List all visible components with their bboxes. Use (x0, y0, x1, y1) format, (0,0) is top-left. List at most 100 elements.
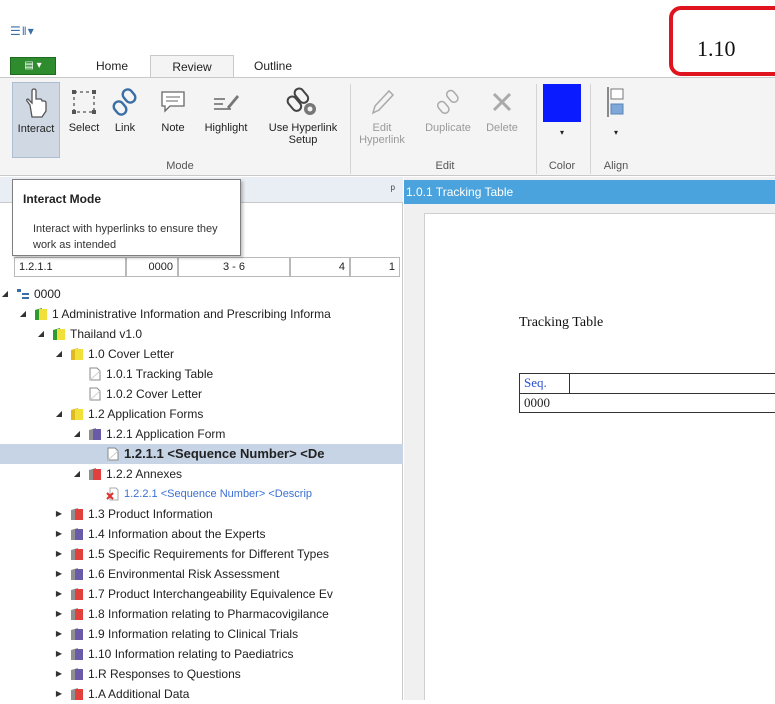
tree-row-label: 1.A Additional Data (88, 687, 190, 701)
tree-row[interactable]: ◢ 1.2.1 Application Form (0, 424, 403, 444)
tree-row-label: 1.8 Information relating to Pharmacovigi… (88, 607, 329, 621)
pencil-icon (354, 82, 410, 122)
filter-cell[interactable]: 4 (290, 257, 350, 277)
group-label-color: Color (548, 160, 576, 172)
expand-arrow-icon[interactable]: ▶ (54, 584, 64, 604)
tree-row-label: 1.4 Information about the Experts (88, 527, 266, 541)
highlight-button[interactable]: Highlight (200, 82, 252, 134)
tooltip-title: Interact Mode (23, 192, 102, 206)
tree-row[interactable]: ▶ 1.7 Product Interchangeability Equivale… (0, 584, 403, 604)
tree-row[interactable]: ◢ 1.2 Application Forms (0, 404, 403, 424)
edit-hyperlink-button[interactable]: Edit Hyperlink (354, 82, 410, 146)
tree-row[interactable]: ▶ 1.R Responses to Questions (0, 664, 403, 684)
filter-cell[interactable]: 0000 (126, 257, 178, 277)
section-folder-icon (70, 667, 84, 681)
section-folder-icon (70, 547, 84, 561)
section-folder-icon (70, 507, 84, 521)
note-button[interactable]: Note (158, 82, 188, 134)
document-page: Tracking Table Seq. 0000 (424, 213, 775, 700)
delete-label: Delete (486, 122, 518, 134)
tree-row[interactable]: ▶ 1.3 Product Information (0, 504, 403, 524)
expand-arrow-icon[interactable]: ▶ (54, 524, 64, 544)
filter-cell[interactable]: 3 - 6 (178, 257, 290, 277)
collapse-arrow-icon[interactable]: ◢ (54, 404, 64, 424)
delete-button[interactable]: Delete (482, 82, 522, 134)
document-icon (106, 447, 120, 461)
align-button[interactable]: ▾ (596, 82, 636, 137)
tree-row-label: 1.5 Specific Requirements for Different … (88, 547, 330, 561)
section-folder-icon (70, 627, 84, 641)
expand-arrow-icon[interactable]: ▶ (54, 504, 64, 524)
document-title: Tracking Table (519, 315, 604, 330)
use-hyperlink-label-2: Setup (288, 134, 318, 146)
tree-row[interactable]: ▶ 1.4 Information about the Experts (0, 524, 403, 544)
expand-arrow-icon[interactable]: ▶ (54, 644, 64, 664)
tree-row[interactable]: ▶ 1.5 Specific Requirements for Different… (0, 544, 403, 564)
filter-cell[interactable]: 1.2.1.1 (14, 257, 126, 277)
group-label-edit: Edit (435, 160, 455, 172)
tree-row[interactable]: ▶ 1.10 Information relating to Paediatric… (0, 644, 403, 664)
color-swatch (543, 84, 581, 122)
tree-row[interactable]: ◢ 1.2.2 Annexes (0, 464, 403, 484)
ribbon-separator (350, 84, 351, 174)
expand-arrow-icon[interactable]: ▶ (54, 624, 64, 644)
tab-home[interactable]: Home (82, 55, 142, 77)
link-button[interactable]: Link (108, 82, 142, 134)
section-folder-icon (70, 527, 84, 541)
expand-arrow-icon[interactable]: ▶ (54, 604, 64, 624)
tree-row-label: 1.2.2 Annexes (106, 467, 183, 481)
hand-pointer-icon (13, 83, 59, 123)
expand-arrow-icon[interactable]: ▶ (54, 684, 64, 704)
collapse-arrow-icon[interactable]: ◢ (72, 424, 82, 444)
ribbon-separator (590, 84, 591, 174)
select-button[interactable]: Select (64, 82, 104, 134)
duplicate-link-icon (418, 82, 478, 122)
tab-review[interactable]: Review (150, 55, 234, 77)
seq-value: 0000 (524, 395, 550, 410)
expand-arrow-icon[interactable]: ▶ (54, 564, 64, 584)
document-list-icon[interactable]: ☰‖▾ (10, 24, 35, 38)
color-dropdown-arrow[interactable]: ▾ (540, 128, 584, 137)
ribbon-tabs: ▤ ▾ Home Review Outline (0, 55, 669, 77)
collapse-arrow-icon[interactable]: ◢ (72, 464, 82, 484)
tree-row-label: 1.7 Product Interchangeability Equivalen… (88, 587, 333, 601)
collapse-arrow-icon[interactable]: ◢ (54, 344, 64, 364)
tree-row[interactable]: ◢ 1 Administrative Information and Prescr… (0, 304, 403, 324)
tree-row[interactable]: ◢ 1.0 Cover Letter (0, 344, 403, 364)
tree-row-label: 1.3 Product Information (88, 507, 213, 521)
pin-icon[interactable]: ᵖ (390, 182, 395, 196)
delete-x-icon (482, 82, 522, 122)
filter-cell[interactable]: 1 (350, 257, 400, 277)
tree-row[interactable]: ▶ 1.6 Environmental Risk Assessment (0, 564, 403, 584)
tree-row-label: 1.2.2.1 <Sequence Number> <Descrip (124, 488, 313, 500)
tree-row[interactable]: ◢ 0000 (0, 284, 403, 304)
seq-hyperlink-box[interactable] (520, 374, 570, 394)
tree-row[interactable]: 1.0.2 Cover Letter (0, 384, 403, 404)
collapse-arrow-icon[interactable]: ◢ (0, 284, 10, 304)
tree-row[interactable]: ◢ Thailand v1.0 (0, 324, 403, 344)
highlight-label: Highlight (204, 122, 248, 134)
group-label-mode: Mode (166, 160, 194, 172)
ribbon-separator (536, 84, 537, 174)
tree-row-label: 1.10 Information relating to Paediatrics (88, 647, 294, 661)
duplicate-button[interactable]: Duplicate (418, 82, 478, 134)
section-folder-icon (70, 607, 84, 621)
align-dropdown-arrow[interactable]: ▾ (596, 128, 636, 137)
collapse-arrow-icon[interactable]: ◢ (36, 324, 46, 344)
expand-arrow-icon[interactable]: ▶ (54, 544, 64, 564)
use-hyperlink-setup-button[interactable]: Use Hyperlink Setup (258, 82, 348, 146)
color-button[interactable]: ▾ (540, 82, 584, 137)
app-menu-button[interactable]: ▤ ▾ (10, 57, 56, 75)
collapse-arrow-icon[interactable]: ◢ (18, 304, 28, 324)
interact-button[interactable]: Interact (12, 82, 60, 158)
expand-arrow-icon[interactable]: ▶ (54, 664, 64, 684)
color-swatch-icon (540, 82, 584, 122)
tree-row[interactable]: ▶ 1.9 Information relating to Clinical Tr… (0, 624, 403, 644)
tree-row[interactable]: 1.2.2.1 <Sequence Number> <Descrip (0, 484, 403, 504)
note-icon (158, 82, 188, 122)
tab-outline[interactable]: Outline (238, 55, 308, 77)
tree-row[interactable]: ▶ 1.A Additional Data (0, 684, 403, 704)
tree-row[interactable]: 1.2.1.1 <Sequence Number> <De (0, 444, 403, 464)
tree-row[interactable]: 1.0.1 Tracking Table (0, 364, 403, 384)
tree-row[interactable]: ▶ 1.8 Information relating to Pharmacovig… (0, 604, 403, 624)
